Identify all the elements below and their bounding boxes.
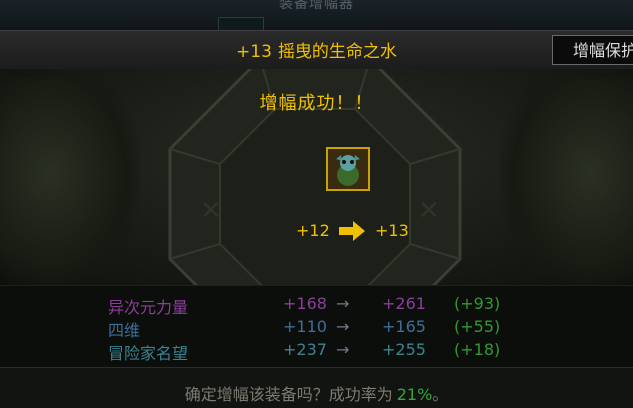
success-rate: 21% — [396, 385, 433, 404]
stat-diff: (+18) — [454, 340, 501, 359]
confirm-end: 。 — [432, 385, 449, 404]
item-header: +13 摇曳的生命之水 增幅保护 — [0, 30, 633, 70]
window-title-bar: 装备增幅器 — [0, 0, 633, 31]
stat-arrow: → — [336, 294, 350, 313]
stat-name: 四维 — [108, 321, 141, 340]
svg-text:✕: ✕ — [200, 196, 222, 226]
confirm-text: 确定增幅该装备吗？成功率为 21%。 — [0, 381, 633, 405]
stat-new: +261 — [382, 294, 426, 313]
item-level: +13 — [236, 42, 272, 62]
stat-new: +255 — [382, 340, 426, 359]
stat-diff: (+55) — [454, 317, 501, 336]
stat-arrow: → — [336, 317, 350, 336]
stat-old: +110 — [283, 317, 327, 336]
arrow-right-icon — [339, 221, 365, 241]
tab-reinforce-protect[interactable]: 增幅保护 — [552, 35, 633, 65]
item-title: +13 摇曳的生命之水 — [0, 37, 633, 62]
stat-name: 冒险家名望 — [108, 344, 189, 363]
svg-text:✕: ✕ — [418, 196, 440, 226]
confirm-question: 确定增幅该装备吗？成功率为 — [184, 385, 393, 404]
stat-row: 冒险家名望 +237 → +255 (+18) — [0, 340, 633, 363]
reinforce-stage: ✕ ✕ 增幅成功！！ +12 +13 — [0, 69, 633, 285]
stat-row: 异次元力量 +168 → +261 (+93) — [0, 294, 633, 317]
stat-name: 异次元力量 — [108, 298, 189, 317]
stat-old: +168 — [283, 294, 327, 313]
top-tab[interactable] — [218, 17, 264, 31]
level-after: +13 — [375, 221, 409, 240]
reinforce-success-message: 增幅成功！！ — [259, 93, 374, 114]
stat-changes: 异次元力量 +168 → +261 (+93) 四维 +110 → +165 (… — [0, 285, 633, 368]
confirm-bar: 确定增幅该装备吗？成功率为 21%。 — [0, 367, 633, 408]
level-before: +12 — [296, 221, 330, 240]
goblin-item-icon — [328, 149, 368, 189]
stat-old: +237 — [283, 340, 327, 359]
stat-diff: (+93) — [454, 294, 501, 313]
item-name: 摇曳的生命之水 — [277, 42, 397, 62]
stat-row: 四维 +110 → +165 (+55) — [0, 317, 633, 340]
item-icon[interactable] — [326, 147, 370, 191]
stat-arrow: → — [336, 340, 350, 359]
window-title: 装备增幅器 — [279, 0, 354, 12]
stat-new: +165 — [382, 317, 426, 336]
